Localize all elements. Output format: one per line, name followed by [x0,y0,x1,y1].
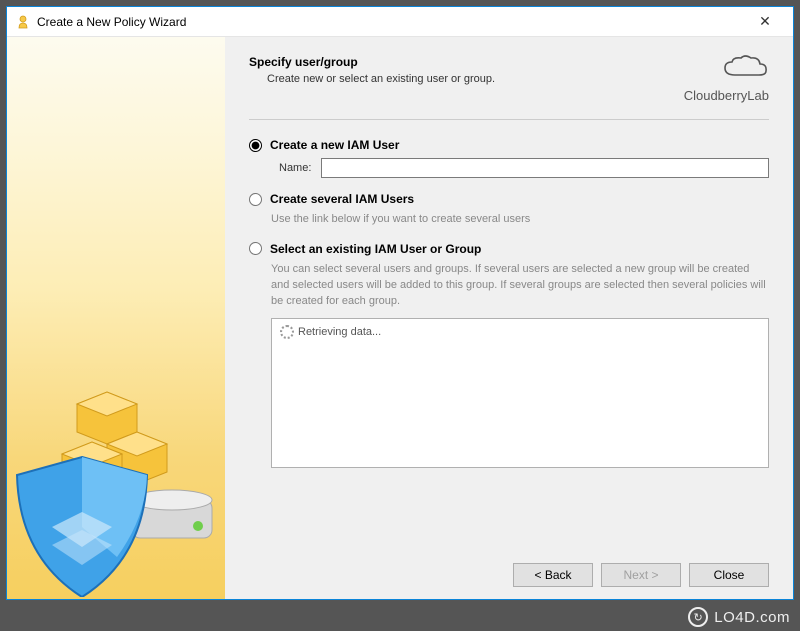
watermark-icon: ↻ [688,607,708,627]
content-header: Specify user/group Create new or select … [249,55,769,103]
watermark: ↻ LO4D.com [688,607,790,627]
label-create-several[interactable]: Create several IAM Users [270,192,414,206]
wizard-body: Specify user/group Create new or select … [7,37,793,599]
close-icon: ✕ [759,13,771,30]
wizard-window: Create a New Policy Wizard ✕ [6,6,794,600]
desc-create-several: Use the link below if you want to create… [271,212,769,228]
radio-create-user[interactable] [249,139,262,152]
radio-create-several[interactable] [249,193,262,206]
wizard-content: Specify user/group Create new or select … [225,37,793,599]
watermark-text: LO4D.com [714,609,790,626]
app-icon [15,14,31,30]
name-label: Name: [279,162,311,174]
loading-text: Retrieving data... [298,326,381,338]
desc-select-existing: You can select several users and groups.… [271,262,769,310]
back-button[interactable]: < Back [513,563,593,587]
brand-name: CloudberryLab [684,88,769,103]
sidebar-illustration [7,37,225,597]
spinner-icon [280,325,294,339]
cloud-icon [721,55,769,83]
option-select-existing: Select an existing IAM User or Group You… [249,242,769,468]
title-bar: Create a New Policy Wizard ✕ [7,7,793,37]
label-create-user[interactable]: Create a new IAM User [270,138,399,152]
next-button[interactable]: Next > [601,563,681,587]
wizard-sidebar [7,37,225,599]
label-select-existing[interactable]: Select an existing IAM User or Group [270,242,481,256]
window-title: Create a New Policy Wizard [37,15,745,29]
button-row: < Back Next > Close [249,551,769,587]
header-divider [249,119,769,120]
window-close-button[interactable]: ✕ [745,8,785,36]
page-title: Specify user/group [249,55,684,69]
brand-block: CloudberryLab [684,55,769,103]
existing-listbox[interactable]: Retrieving data... [271,318,769,468]
loading-row: Retrieving data... [280,325,760,339]
page-subtitle: Create new or select an existing user or… [267,73,684,85]
option-create-several: Create several IAM Users Use the link be… [249,192,769,228]
option-create-user: Create a new IAM User Name: [249,138,769,178]
name-input[interactable] [321,158,769,178]
radio-select-existing[interactable] [249,242,262,255]
close-button[interactable]: Close [689,563,769,587]
